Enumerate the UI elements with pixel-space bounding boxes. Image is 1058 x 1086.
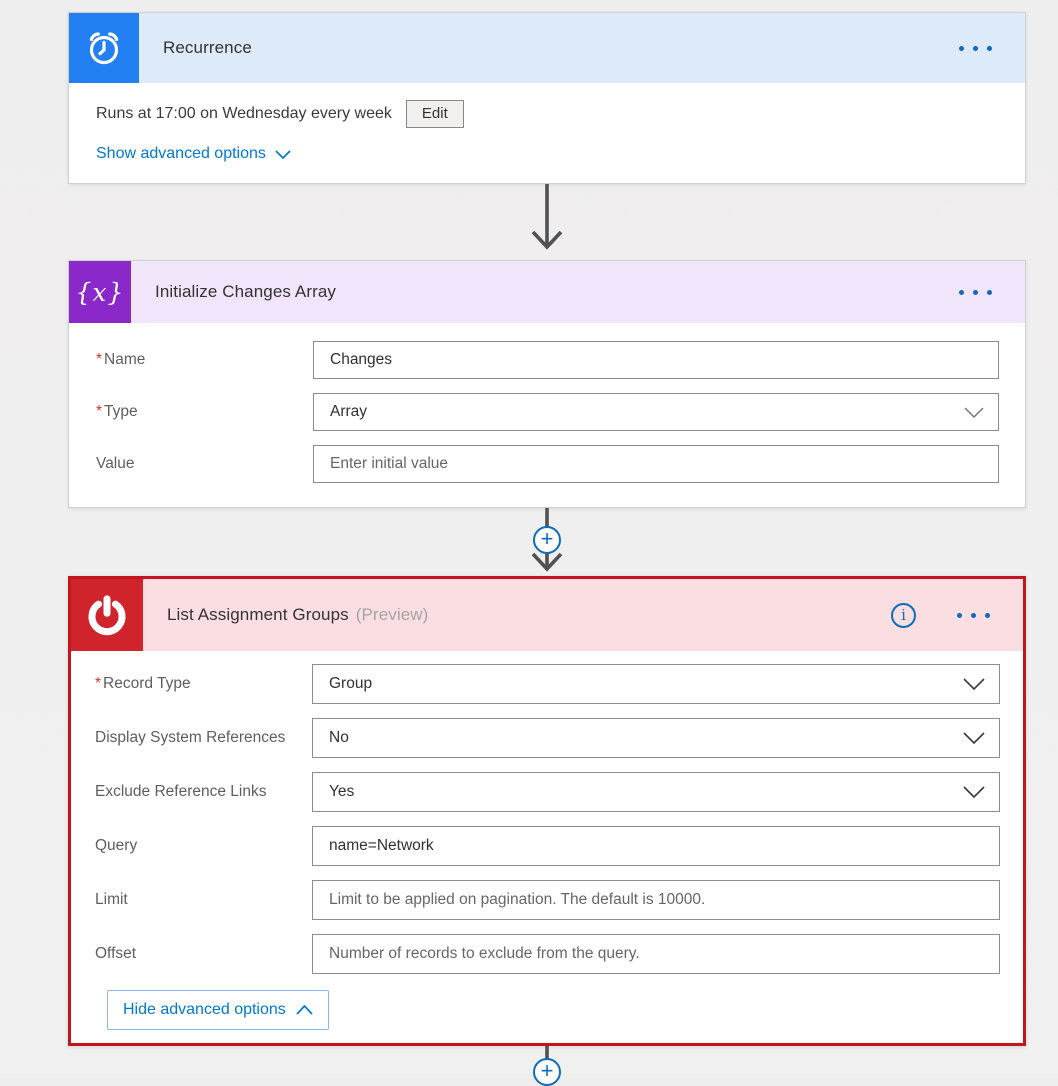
info-icon[interactable]: i [891, 603, 916, 628]
value-input[interactable] [330, 455, 984, 473]
chevron-down-icon [964, 407, 984, 418]
card-menu-ellipsis-icon[interactable] [955, 605, 992, 626]
flow-connector: + [68, 1046, 1026, 1070]
record-type-field-label: *Record Type [95, 673, 312, 695]
list-assignment-groups-card-body: *Record Type Group Display System Refere… [71, 651, 1023, 1043]
type-field-label: *Type [96, 401, 313, 423]
plus-icon: + [541, 527, 554, 551]
query-field-label: Query [95, 835, 312, 857]
required-marker: * [96, 351, 102, 368]
exclude-reference-links-dropdown-value: Yes [329, 783, 354, 801]
name-field-label: *Name [96, 349, 313, 371]
insert-step-button[interactable]: + [533, 526, 561, 554]
type-dropdown[interactable]: Array [313, 393, 999, 431]
flow-connector [68, 184, 1026, 260]
card-title: Initialize Changes Array [155, 282, 336, 302]
exclude-reference-links-dropdown[interactable]: Yes [312, 772, 1000, 812]
limit-input[interactable] [329, 891, 985, 909]
variable-icon: {x} [69, 261, 131, 323]
limit-input-wrapper [312, 880, 1000, 920]
list-assignment-groups-card: List Assignment Groups(Preview) i *Recor… [68, 576, 1026, 1046]
flow-designer-canvas: Recurrence Runs at 17:00 on Wednesday ev… [68, 12, 1026, 1070]
hide-advanced-options-label: Hide advanced options [123, 1001, 286, 1019]
query-input[interactable] [329, 837, 985, 855]
card-menu-ellipsis-icon[interactable] [957, 282, 994, 303]
type-dropdown-value: Array [330, 403, 367, 421]
value-field-label: Value [96, 453, 313, 475]
hide-advanced-options-link[interactable]: Hide advanced options [107, 990, 329, 1030]
edit-button[interactable]: Edit [406, 100, 464, 128]
required-marker: * [95, 675, 101, 692]
offset-input-wrapper [312, 934, 1000, 974]
recurrence-card-body: Runs at 17:00 on Wednesday every week Ed… [69, 83, 1025, 183]
record-type-dropdown-value: Group [329, 675, 372, 693]
list-assignment-groups-card-header[interactable]: List Assignment Groups(Preview) i [71, 579, 1023, 651]
chevron-up-icon [296, 1005, 313, 1015]
initialize-variable-card-body: *Name *Type Array Value [69, 323, 1025, 507]
recurrence-card: Recurrence Runs at 17:00 on Wednesday ev… [68, 12, 1026, 184]
chevron-down-icon [963, 678, 985, 690]
arrow-down-icon [525, 184, 569, 260]
offset-input[interactable] [329, 945, 985, 963]
plus-icon: + [541, 1059, 554, 1083]
initialize-variable-card: {x} Initialize Changes Array *Name *Type [68, 260, 1026, 508]
display-system-references-dropdown-value: No [329, 729, 349, 747]
display-system-references-dropdown[interactable]: No [312, 718, 1000, 758]
query-input-wrapper [312, 826, 1000, 866]
flow-connector: + [68, 508, 1026, 576]
initialize-variable-card-header[interactable]: {x} Initialize Changes Array [69, 261, 1025, 323]
card-menu-ellipsis-icon[interactable] [957, 38, 994, 59]
required-marker: * [96, 403, 102, 420]
name-input-wrapper [313, 341, 999, 379]
insert-step-button[interactable]: + [533, 1058, 561, 1086]
chevron-down-icon [963, 786, 985, 798]
limit-field-label: Limit [95, 889, 312, 911]
name-input[interactable] [330, 351, 984, 369]
value-input-wrapper [313, 445, 999, 483]
record-type-dropdown[interactable]: Group [312, 664, 1000, 704]
alarm-clock-icon [69, 13, 139, 83]
display-system-references-field-label: Display System References [95, 727, 312, 749]
recurrence-summary-text: Runs at 17:00 on Wednesday every week [96, 105, 392, 123]
show-advanced-options-label: Show advanced options [96, 145, 266, 163]
recurrence-card-header[interactable]: Recurrence [69, 13, 1025, 83]
preview-tag: (Preview) [356, 605, 429, 624]
variable-glyph: {x} [76, 278, 125, 307]
offset-field-label: Offset [95, 943, 312, 965]
exclude-reference-links-field-label: Exclude Reference Links [95, 781, 312, 803]
power-icon [71, 579, 143, 651]
chevron-down-icon [275, 150, 291, 159]
card-title: List Assignment Groups(Preview) [167, 605, 428, 625]
card-title: Recurrence [163, 38, 252, 58]
show-advanced-options-link[interactable]: Show advanced options [96, 145, 291, 163]
chevron-down-icon [963, 732, 985, 744]
